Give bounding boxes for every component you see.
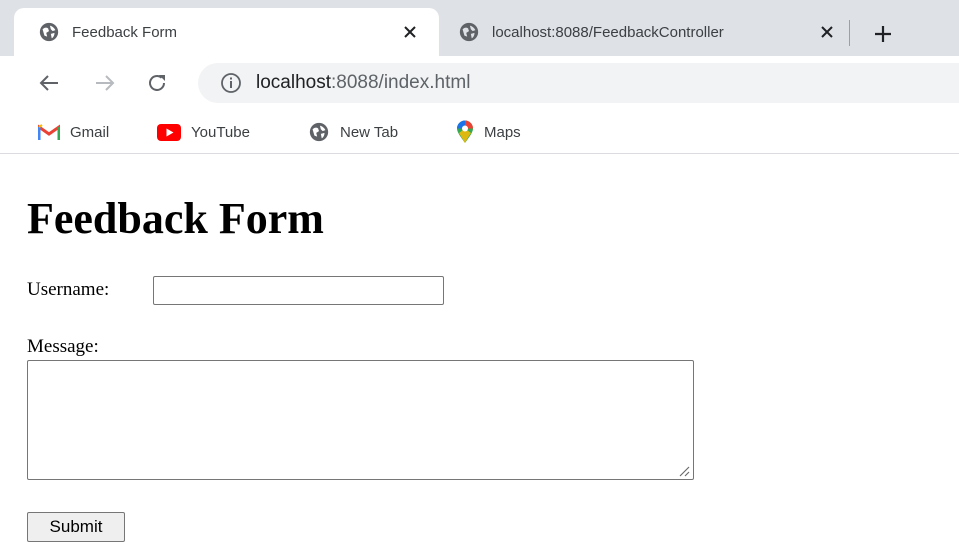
bookmark-youtube[interactable]: YouTube bbox=[157, 118, 250, 146]
forward-button[interactable] bbox=[88, 66, 122, 100]
address-bar[interactable]: localhost:8088/index.html bbox=[198, 63, 959, 103]
page-title: Feedback Form bbox=[27, 194, 324, 243]
globe-icon bbox=[39, 22, 59, 42]
bookmark-gmail[interactable]: Gmail bbox=[38, 118, 109, 146]
reload-icon bbox=[149, 75, 165, 91]
tab-feedback-controller[interactable]: localhost:8088/FeedbackController bbox=[444, 8, 848, 56]
close-tab-icon[interactable] bbox=[399, 21, 421, 43]
tab-strip: Feedback Form localhost:8088/FeedbackCon… bbox=[0, 0, 959, 56]
bookmark-new-tab[interactable]: New Tab bbox=[308, 118, 398, 146]
tab-separator bbox=[849, 20, 850, 46]
gmail-icon bbox=[38, 123, 60, 140]
tab-title: Feedback Form bbox=[72, 23, 178, 41]
arrow-right-icon bbox=[96, 75, 115, 91]
bookmarks-bar: Gmail YouTube New Tab Maps bbox=[0, 110, 959, 154]
bookmark-label: YouTube bbox=[191, 123, 250, 141]
back-button[interactable] bbox=[32, 66, 66, 100]
resize-handle-icon[interactable] bbox=[676, 463, 690, 477]
url-text: localhost:8088/index.html bbox=[256, 72, 470, 94]
arrow-left-icon bbox=[39, 75, 58, 91]
youtube-icon bbox=[157, 123, 181, 141]
username-input[interactable] bbox=[153, 276, 444, 305]
globe-icon bbox=[309, 122, 329, 142]
plus-icon bbox=[875, 26, 891, 42]
bookmark-maps[interactable]: Maps bbox=[456, 118, 521, 146]
url-host: localhost bbox=[256, 72, 331, 93]
globe-icon bbox=[459, 22, 479, 42]
bookmark-label: New Tab bbox=[340, 123, 399, 141]
tab-feedback-form[interactable]: Feedback Form bbox=[14, 8, 439, 56]
bookmark-label: Maps bbox=[484, 123, 521, 141]
info-icon[interactable] bbox=[220, 72, 242, 94]
username-label: Username: bbox=[27, 279, 110, 300]
toolbar: localhost:8088/index.html bbox=[0, 56, 959, 110]
new-tab-button[interactable] bbox=[868, 19, 898, 49]
message-label: Message: bbox=[27, 336, 99, 357]
tab-title: localhost:8088/FeedbackController bbox=[492, 23, 724, 41]
reload-button[interactable] bbox=[140, 66, 174, 100]
maps-icon bbox=[457, 120, 473, 143]
page-content: Feedback Form Username: Message: Submit bbox=[0, 155, 959, 542]
url-path: :8088/index.html bbox=[331, 72, 471, 93]
close-tab-icon[interactable] bbox=[816, 21, 838, 43]
submit-button[interactable]: Submit bbox=[27, 512, 125, 542]
bookmark-label: Gmail bbox=[70, 123, 110, 141]
message-textarea[interactable] bbox=[27, 360, 694, 480]
